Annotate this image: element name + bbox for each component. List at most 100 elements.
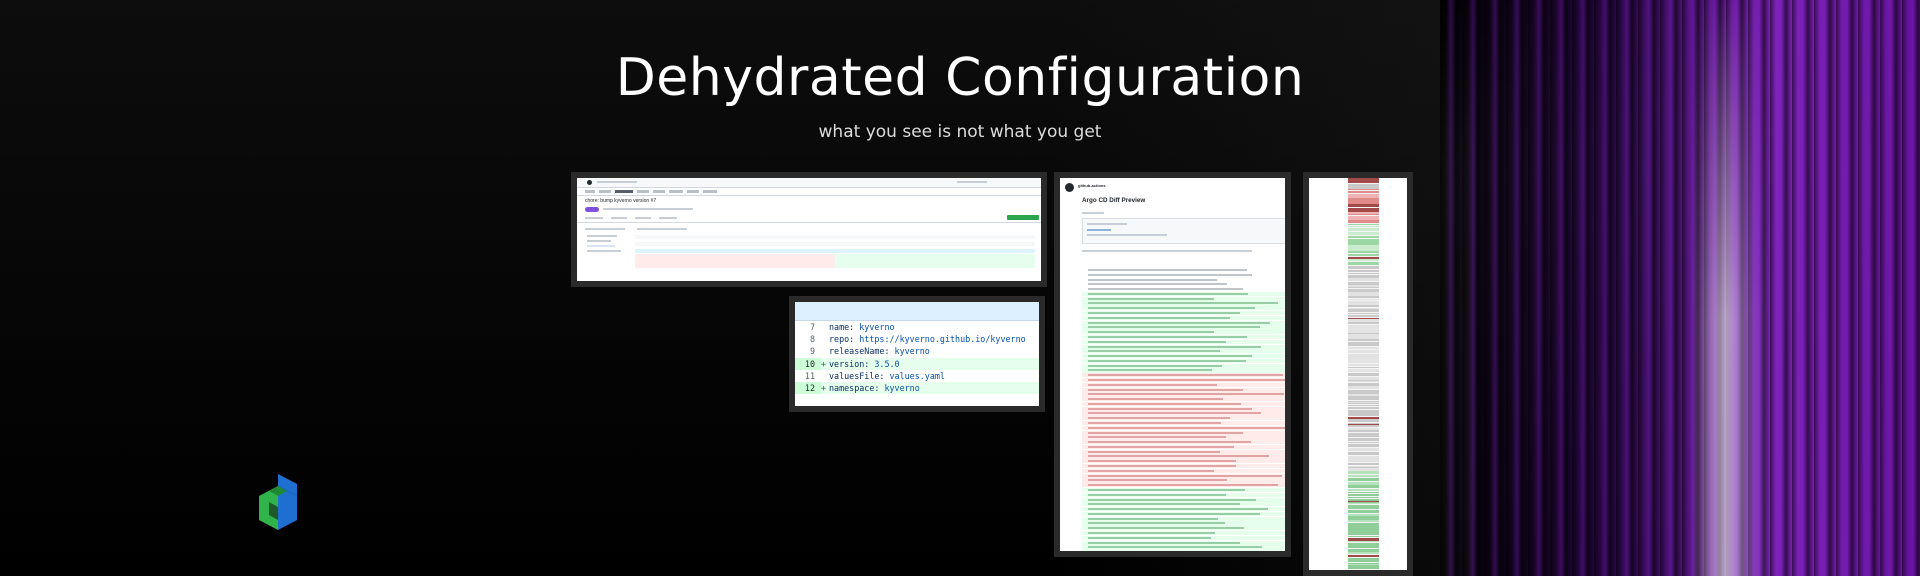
minimap-row [1348,533,1379,535]
minimap-row [1348,555,1379,557]
minimap-row [1348,448,1379,451]
minimap-row [1348,309,1379,312]
minimap-track [1348,178,1379,570]
diff-line [1082,268,1285,273]
minimap-row [1348,438,1379,441]
diff-line [1082,358,1285,364]
diff-line [1082,516,1285,521]
minimap-row [1348,399,1379,400]
diff-line [1082,550,1285,551]
minimap-row [1348,381,1379,382]
pr-header: chore: bump kyverno version #7 [577,196,1041,206]
minimap-row [1348,305,1379,307]
diff-line [1082,363,1285,368]
code-line: 11 valuesFile: values.yaml [804,370,945,381]
minimap-row [1348,442,1379,443]
diff-line [1082,478,1285,483]
minimap-row [1348,373,1379,376]
diff-line [1082,277,1285,282]
minimap-row [1348,273,1379,274]
slide: Dehydrated Configuration what you see is… [0,0,1920,576]
diff-line [1082,311,1285,316]
minimap-row [1348,228,1379,231]
diff-line [1082,425,1285,430]
argocd-diff-content: github-actions Argo CD Diff Preview [1060,178,1285,551]
minimap-row [1348,296,1379,298]
minimap-row [1348,541,1379,542]
minimap-row [1348,251,1379,253]
diff-line [1082,330,1285,335]
diff-line [1082,468,1285,473]
diff-line [1082,435,1285,440]
diff-line [1082,368,1285,373]
minimap-row [1348,367,1379,368]
minimap-row [1348,485,1379,488]
github-logo-icon [587,180,592,185]
diff-line [1082,464,1285,469]
minimap-row [1348,489,1379,491]
diff-line [1082,540,1285,545]
minimap-row [1348,471,1379,474]
pr-screenshot: chore: bump kyverno version #7 [571,172,1047,287]
diff-line [1082,320,1285,325]
minimap-row [1348,364,1379,366]
summary-label [1082,212,1104,214]
minimap-row [1348,506,1379,509]
diff-line [1082,454,1285,459]
diff-line [1082,526,1285,531]
diff-line [1082,545,1285,550]
minimap-row [1348,315,1379,317]
comment-author: github-actions [1078,183,1106,188]
diff-line [1082,492,1285,497]
minimap-row [1348,181,1379,183]
diff-line [1082,502,1285,507]
diff-lines [1082,268,1285,551]
minimap-row [1348,405,1379,406]
github-topbar [577,178,1041,188]
diff-line [1082,301,1285,306]
diff-line [1082,282,1285,287]
minimap-row [1348,204,1379,207]
pr-meta [577,206,1041,214]
minimap-row [1348,407,1379,409]
merged-badge [585,207,599,212]
search-box [957,181,987,183]
minimap-row [1348,322,1379,324]
diff-line [1082,401,1285,407]
cube-logo-icon [259,474,297,530]
minimap-row [1348,339,1379,341]
argocd-diff-screenshot: github-actions Argo CD Diff Preview [1054,172,1291,557]
code-line: 8 repo: https://kyverno.github.io/kyverno [809,334,1026,345]
comment-header: github-actions [1060,178,1285,193]
diff-line [1082,287,1285,292]
diff-line [1082,397,1285,402]
minimap-row [1348,463,1379,465]
diff-line [1082,459,1285,464]
minimap-row [1348,478,1379,481]
repo-path [597,181,637,183]
minimap-row [1348,214,1379,215]
code-hunk-header [795,302,1039,321]
diff-line [1082,483,1285,488]
diff-line [1082,291,1285,297]
diff-line [1082,325,1285,330]
diff-minimap-screenshot [1303,172,1413,576]
minimap-row [1348,425,1379,427]
removed-lines [635,254,835,268]
diff-line [1082,354,1285,359]
minimap-row [1348,254,1379,256]
minimap-row [1348,444,1379,447]
code-snippet-content: 7 name: kyverno 8 repo: https://kyverno.gi… [795,302,1039,406]
code-snippet: 7 name: kyverno 8 repo: https://kyverno.gi… [789,296,1045,412]
pr-subtabs [577,214,1041,223]
diff-line [1082,444,1285,450]
diff-line [1082,487,1285,493]
diff-minimap-content [1309,178,1407,570]
minimap-row [1348,430,1379,432]
comment-title: Argo CD Diff Preview [1082,197,1146,204]
diff-line [1082,430,1285,435]
diff-line [1082,535,1285,540]
pr-files-view [577,223,1041,273]
pr-title: chore: bump kyverno version #7 [585,198,657,204]
diff-line [1082,339,1285,344]
